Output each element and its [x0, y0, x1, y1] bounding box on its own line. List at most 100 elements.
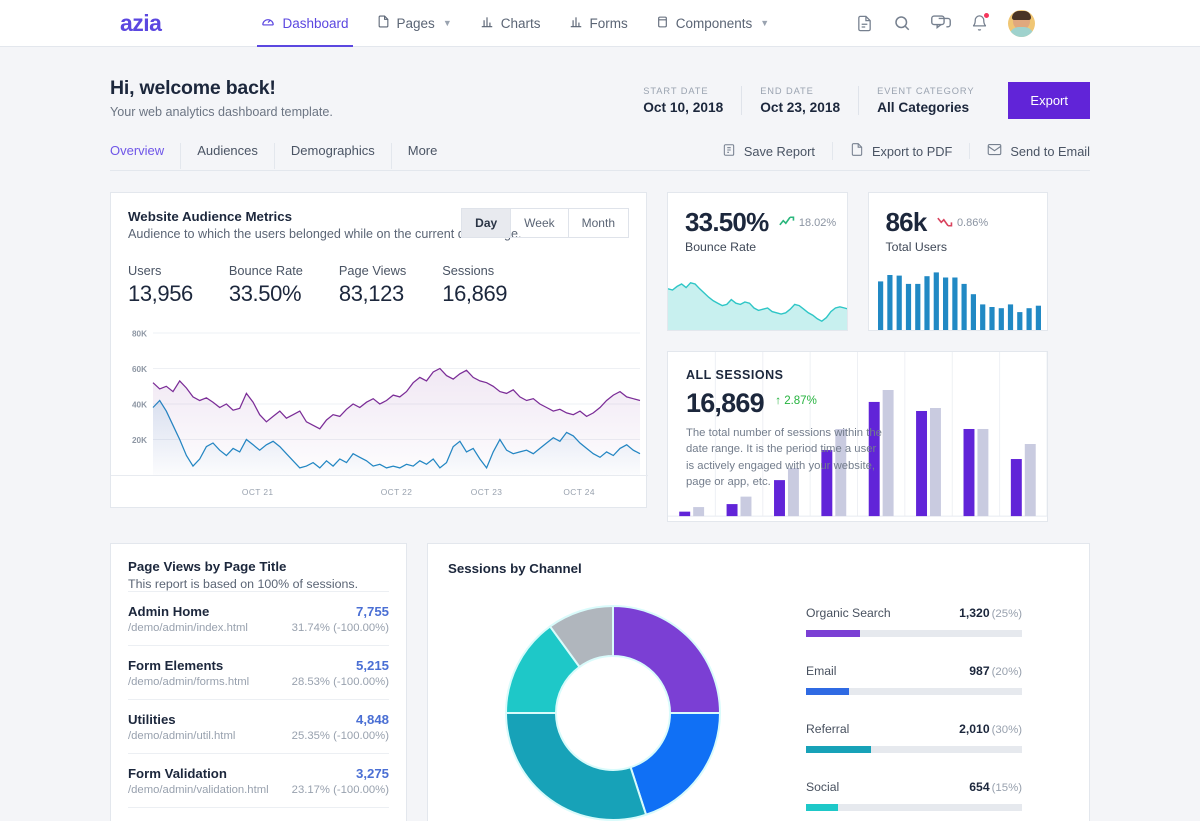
bounce-rate-value: 33.50%: [685, 207, 768, 238]
nav-item-label: Pages: [397, 16, 435, 31]
channel-name: Email: [806, 664, 836, 678]
tab-audiences[interactable]: Audiences: [180, 143, 274, 169]
document-icon[interactable]: [856, 15, 873, 32]
page-pct: 23.17% (-100.00%): [292, 784, 389, 796]
page-value: 3,275: [356, 766, 389, 781]
form-icon: [569, 15, 583, 32]
event-category-label: EVENT CATEGORY: [877, 86, 974, 96]
website-audience-metrics-card: Website Audience Metrics Audience to whi…: [110, 192, 647, 508]
page-url: /demo/admin/index.html: [128, 622, 248, 634]
list-item: Email 987(20%): [806, 662, 1022, 695]
app-logo[interactable]: azia: [120, 10, 161, 37]
all-sessions-change: ↑ 2.87%: [775, 395, 817, 407]
avatar[interactable]: [1008, 10, 1035, 37]
chevron-down-icon: ▼: [443, 18, 452, 28]
event-category-value: All Categories: [877, 100, 974, 115]
end-date-cell[interactable]: END DATE Oct 23, 2018: [741, 86, 858, 115]
main-nav-links: Dashboard Pages ▼ Charts Forms Compone: [247, 0, 783, 47]
list-item: Organic Search 1,320(25%): [806, 604, 1022, 637]
progress-track: [806, 746, 1022, 753]
page-icon: [377, 14, 390, 32]
save-report-button[interactable]: Save Report: [705, 143, 832, 160]
mini-card-row: 33.50% 18.02% Bounce Rate: [667, 192, 1048, 331]
list-item[interactable]: Form Elements5,215 /demo/admin/forms.htm…: [128, 645, 389, 699]
toggle-week[interactable]: Week: [510, 209, 567, 237]
kpi-sessions: Sessions 16,869: [442, 263, 507, 307]
tab-overview[interactable]: Overview: [110, 143, 180, 169]
tab-demographics[interactable]: Demographics: [274, 143, 391, 169]
page-value: 4,848: [356, 712, 389, 727]
export-button[interactable]: Export: [1008, 82, 1090, 119]
list-item[interactable]: Admin Home7,755 /demo/admin/index.html31…: [128, 591, 389, 645]
report-actions: Save Report Export to PDF Send to Email: [705, 142, 1090, 170]
top-navigation-bar: azia Dashboard Pages ▼ Charts Forms: [0, 0, 1200, 47]
save-report-label: Save Report: [744, 144, 815, 159]
bell-icon[interactable]: [971, 14, 988, 32]
sessions-channel-body: Organic Search 1,320(25%) Email 987(20%): [448, 582, 1069, 821]
nav-item-dashboard[interactable]: Dashboard: [247, 0, 362, 47]
page-title: Form Elements: [128, 658, 223, 673]
bounce-rate-change: 18.02%: [799, 217, 836, 229]
list-item[interactable]: Form Validation 3,275 /demo/admin/validat…: [128, 753, 389, 807]
tab-more[interactable]: More: [391, 143, 454, 169]
start-date-cell[interactable]: START DATE Oct 10, 2018: [625, 86, 741, 115]
search-icon[interactable]: [893, 14, 911, 32]
progress-fill: [806, 688, 849, 695]
trend-down-icon: [937, 215, 954, 231]
chat-icon[interactable]: [931, 14, 951, 32]
kpi-label: Sessions: [442, 263, 507, 278]
start-date-label: START DATE: [643, 86, 723, 96]
kpi-row: Users 13,956 Bounce Rate 33.50% Page Vie…: [128, 263, 629, 307]
bounce-rate-header: 33.50% 18.02% Bounce Rate: [668, 193, 847, 254]
nav-item-pages[interactable]: Pages ▼: [363, 0, 466, 47]
pdf-icon: [850, 142, 864, 160]
kpi-bounce-rate: Bounce Rate 33.50%: [229, 263, 303, 307]
save-icon: [722, 143, 736, 160]
page-content: Hi, welcome back! Your web analytics das…: [0, 47, 1200, 821]
nav-item-components[interactable]: Components ▼: [642, 0, 783, 47]
page-title: Admin Home: [128, 604, 209, 619]
channel-pct: (25%): [992, 608, 1022, 620]
event-category-cell[interactable]: EVENT CATEGORY All Categories: [858, 86, 992, 115]
nav-item-label: Components: [676, 16, 753, 31]
nav-item-forms[interactable]: Forms: [555, 0, 642, 47]
progress-track: [806, 804, 1022, 811]
all-sessions-value: 16,869: [686, 388, 764, 419]
channel-legend: Organic Search 1,320(25%) Email 987(20%): [806, 582, 1022, 821]
bounce-rate-sparkline: [668, 258, 848, 330]
all-sessions-title: ALL SESSIONS: [686, 368, 883, 382]
progress-fill: [806, 746, 871, 753]
kpi-value: 16,869: [442, 281, 507, 307]
channel-value: 2,010: [959, 722, 990, 736]
toggle-month[interactable]: Month: [568, 209, 628, 237]
avatar-hair: [1012, 11, 1031, 20]
kpi-value: 83,123: [339, 281, 406, 307]
channel-value: 654: [969, 780, 989, 794]
channel-name: Referral: [806, 722, 849, 736]
date-range-controls: START DATE Oct 10, 2018 END DATE Oct 23,…: [625, 82, 1090, 119]
list-item: Social 654(15%): [806, 778, 1022, 811]
nav-item-label: Charts: [501, 16, 541, 31]
page-pct: 25.35% (-100.00%): [292, 730, 389, 742]
page-title: Form Validation: [128, 766, 227, 781]
channel-pct: (30%): [992, 724, 1022, 736]
donut-wrapper: [448, 582, 778, 821]
send-email-button[interactable]: Send to Email: [969, 143, 1090, 159]
end-date-label: END DATE: [760, 86, 840, 96]
page-title: Hi, welcome back!: [110, 77, 333, 100]
list-item[interactable]: Modals3,003 /demo/admin/modals.html22.21…: [128, 807, 389, 821]
list-item[interactable]: Utilities4,848 /demo/admin/util.html25.3…: [128, 699, 389, 753]
all-sessions-text: ALL SESSIONS 16,869 ↑ 2.87% The total nu…: [668, 352, 883, 491]
channel-pct: (20%): [992, 666, 1022, 678]
time-range-toggle: Day Week Month: [461, 208, 629, 238]
toggle-day[interactable]: Day: [462, 209, 510, 237]
nav-item-charts[interactable]: Charts: [466, 0, 555, 47]
welcome-block: Hi, welcome back! Your web analytics das…: [110, 77, 333, 119]
page-url: /demo/admin/validation.html: [128, 784, 269, 796]
kpi-page-views: Page Views 83,123: [339, 263, 406, 307]
export-pdf-button[interactable]: Export to PDF: [832, 142, 969, 160]
all-sessions-description: The total number of sessions within the …: [686, 425, 883, 491]
notification-badge: [983, 12, 990, 19]
kpi-label: Users: [128, 263, 193, 278]
page-value: 7,755: [356, 604, 389, 619]
